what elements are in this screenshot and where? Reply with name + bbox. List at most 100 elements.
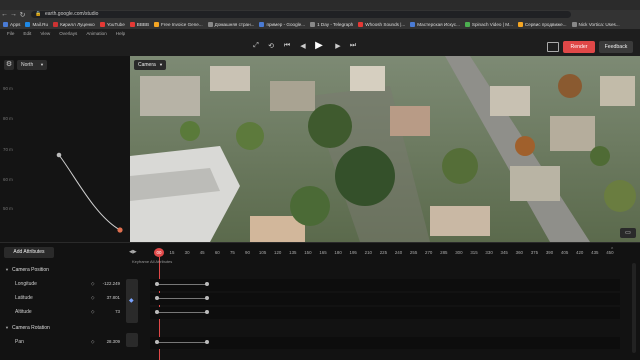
menu-item-animation[interactable]: Animation <box>86 31 106 36</box>
screenshot-icon[interactable] <box>547 42 559 52</box>
bookmark-favicon-icon <box>464 21 470 27</box>
keyframe-group-button[interactable]: ◆ <box>126 279 138 323</box>
keyframe-span <box>157 284 206 285</box>
timeline-tick: 315 <box>470 250 478 255</box>
bookmark-favicon-icon <box>3 21 8 27</box>
attr-label: Longitude <box>15 281 37 287</box>
loop-icon[interactable]: ⟲ <box>266 42 276 50</box>
track-pan[interactable] <box>150 337 620 349</box>
keyframe-diamond-icon[interactable]: ◇ <box>91 295 94 301</box>
render-button[interactable]: Render <box>563 41 595 53</box>
reload-icon[interactable]: ↻ <box>18 11 27 19</box>
menu-item-overlays[interactable]: Overlays <box>59 31 77 36</box>
timeline-tick: 210 <box>364 250 372 255</box>
attr-label: Latitude <box>15 295 33 301</box>
skip-start-icon[interactable]: ⏮ <box>282 42 292 50</box>
section-camera-rotation[interactable]: ▼ Camera Rotation <box>5 325 50 331</box>
bookmark-item[interactable]: Whoosh Sounds |... <box>358 21 405 27</box>
aerial-city-view <box>130 56 640 242</box>
feedback-button[interactable]: Feedback <box>599 41 633 53</box>
bookmark-item[interactable]: Spinach Video | M... <box>464 21 513 27</box>
back-icon[interactable]: ← <box>0 11 9 18</box>
url-field[interactable]: 🔒 earth.google.com/studio <box>31 11 571 18</box>
bookmark-item[interactable]: 1 Day - Telegraph <box>310 21 353 27</box>
gear-icon[interactable]: ⚙ <box>4 60 14 70</box>
bookmark-favicon-icon <box>517 21 523 27</box>
altitude-graph-panel: ⚙ North ▼ 90 m 80 m 70 m 60 m 50 m <box>0 56 130 242</box>
bookmark-item[interactable]: Free Invoice Gene... <box>154 21 203 27</box>
track-altitude[interactable] <box>150 307 620 319</box>
timeline-tick: 45 <box>199 250 205 255</box>
step-back-icon[interactable]: ◀ <box>298 42 308 50</box>
attr-row-altitude: Altitude ◇ 73 <box>0 307 140 319</box>
app-menu-bar: File Edit View Overlays Animation Help <box>0 29 640 38</box>
keyframe-point[interactable] <box>155 282 159 286</box>
step-forward-icon[interactable]: ▶ <box>333 42 343 50</box>
track-latitude[interactable] <box>150 293 620 305</box>
keyframe-diamond-icon[interactable]: ◇ <box>91 309 94 315</box>
timeline-tick: 120 <box>274 250 282 255</box>
bookmark-favicon-icon <box>99 21 105 27</box>
timeline-tick: 345 <box>500 250 508 255</box>
snap-icon[interactable]: ◀▶ <box>129 249 137 255</box>
bookmark-favicon-icon <box>129 21 135 27</box>
bookmark-item[interactable]: BBBB <box>129 21 149 27</box>
section-camera-position[interactable]: ▼ Camera Position <box>5 267 49 273</box>
bookmark-item[interactable]: Мастерская Искус... <box>410 21 460 27</box>
playhead-frame[interactable]: 00 <box>154 248 164 257</box>
keyframe-diamond-icon[interactable]: ◇ <box>91 339 94 345</box>
skip-end-icon[interactable]: ⏭ <box>348 42 358 50</box>
fullscreen-icon[interactable]: ⤢ <box>251 42 261 50</box>
viewport-options-icon[interactable]: ▭ <box>620 228 636 238</box>
camera-select[interactable]: Camera ▼ <box>134 60 166 70</box>
bookmark-favicon-icon <box>571 21 577 27</box>
bookmark-favicon-icon <box>358 21 364 27</box>
keyframe-point[interactable] <box>205 340 209 344</box>
bookmark-item[interactable]: Nick Vortica: Uses... <box>571 21 620 27</box>
add-attributes-button[interactable]: Add Attributes <box>4 247 54 258</box>
keyframe-point[interactable] <box>155 296 159 300</box>
bookmark-item[interactable]: Домашняя стран... <box>207 21 254 27</box>
attr-value[interactable]: 73 <box>96 309 120 317</box>
keyframe-all-caption[interactable]: Keyframe All Attributes <box>132 259 172 264</box>
keyframe-point[interactable] <box>155 310 159 314</box>
menu-item-help[interactable]: Help <box>116 31 125 36</box>
end-marker-icon[interactable]: ⌃ <box>610 247 614 253</box>
attr-value[interactable]: -122.249 <box>96 281 120 289</box>
bookmark-label: Кирилл Луценко <box>60 21 95 27</box>
bookmark-item[interactable]: Mail.Ru <box>25 21 48 27</box>
bookmark-item[interactable]: пример - Google... <box>259 21 305 27</box>
direction-select[interactable]: North ▼ <box>17 60 47 70</box>
timeline-scrollbar[interactable] <box>632 263 636 353</box>
bookmark-favicon-icon <box>154 21 160 27</box>
timeline-tick: 390 <box>545 250 554 255</box>
keyframe-group-button[interactable] <box>126 333 138 347</box>
keyframe-diamond-icon[interactable]: ◇ <box>91 281 94 287</box>
keyframe-point[interactable] <box>205 310 209 314</box>
menu-item-view[interactable]: View <box>40 31 50 36</box>
forward-icon[interactable]: → <box>9 11 18 18</box>
track-longitude[interactable] <box>150 279 620 291</box>
timeline-tick: 75 <box>229 250 235 255</box>
bookmark-item[interactable]: Сервис продвиже... <box>517 21 567 27</box>
bookmark-item[interactable]: YouTube <box>99 21 125 27</box>
timeline-tick: 195 <box>349 250 357 255</box>
bookmark-item[interactable]: Кирилл Луценко <box>53 21 95 27</box>
timeline-tick: 255 <box>409 250 418 255</box>
keyframe-point[interactable] <box>205 296 209 300</box>
menu-item-edit[interactable]: Edit <box>23 31 31 36</box>
bookmark-favicon-icon <box>25 21 31 27</box>
attr-value[interactable]: 37.801 <box>96 295 120 303</box>
browser-tab-strip <box>0 0 640 10</box>
bookmark-item[interactable]: Apps <box>3 21 20 27</box>
play-icon[interactable]: ▶ <box>314 40 324 51</box>
attr-value[interactable]: 28.309 <box>96 339 120 347</box>
menu-item-file[interactable]: File <box>7 31 14 36</box>
earth-3d-viewport[interactable]: Camera ▼ ▭ <box>130 56 640 242</box>
bookmark-label: Nick Vortica: Uses... <box>578 21 620 27</box>
timeline-tick: 165 <box>319 250 327 255</box>
timeline-ruler[interactable]: 15 30 45 60 75 90 105 120 135 150 165 180 195 210 225 2… <box>150 249 620 259</box>
keyframe-point[interactable] <box>205 282 209 286</box>
keyframe-point[interactable] <box>155 340 159 344</box>
bookmark-label: Сервис продвиже... <box>524 21 567 27</box>
